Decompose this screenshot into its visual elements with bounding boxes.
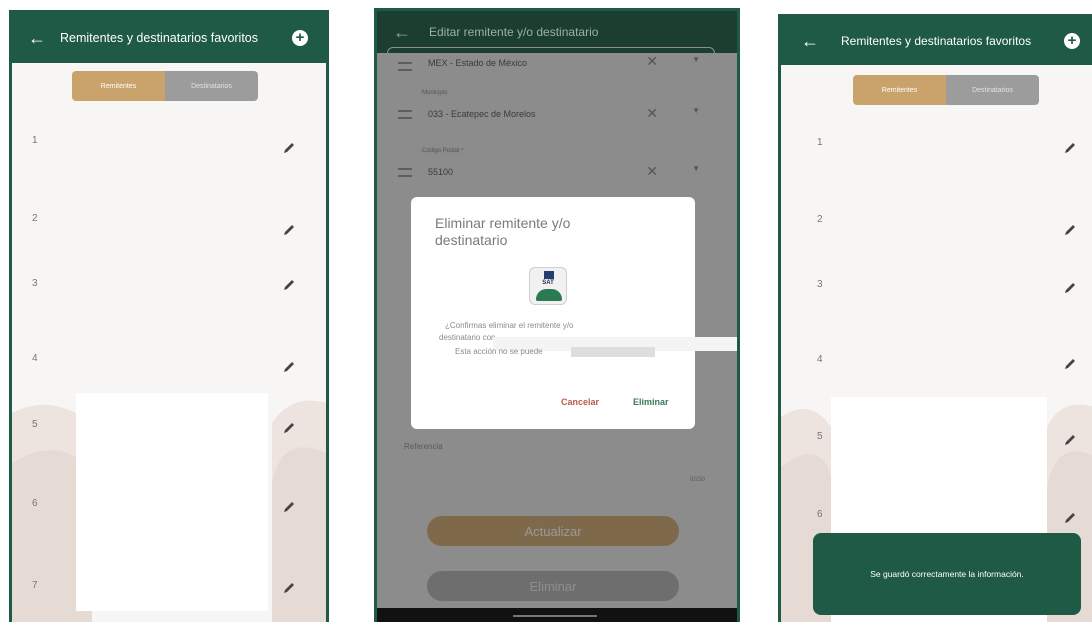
back-arrow-icon[interactable]: ← xyxy=(391,22,413,43)
edit-pencil-icon[interactable] xyxy=(1063,281,1077,295)
chevron-down-icon[interactable]: ▼ xyxy=(692,55,700,64)
favorites-list-card xyxy=(76,393,268,611)
tab-destinatarios[interactable]: Destinatarios xyxy=(946,75,1039,105)
edit-pencil-icon[interactable] xyxy=(1063,357,1077,371)
state-value: MEX - Estado de México xyxy=(428,58,528,68)
delete-confirmation-dialog: Eliminar remitente y/o destinatario SAT … xyxy=(411,197,733,429)
segmented-tabs: Remitentes Destinatarios xyxy=(72,71,258,101)
reference-label: Referencia xyxy=(404,442,443,451)
municipio-field[interactable]: Municipio 033 - Ecatepec de Morelos ✕ ▼ xyxy=(387,90,715,133)
edit-pencil-icon[interactable] xyxy=(282,581,296,595)
edit-pencil-icon[interactable] xyxy=(1063,223,1077,237)
add-circle-icon[interactable]: + xyxy=(1064,33,1080,49)
app-bar-title: Remitentes y destinatarios favoritos xyxy=(60,30,259,45)
edit-pencil-icon[interactable] xyxy=(1063,141,1077,155)
back-arrow-icon[interactable]: ← xyxy=(26,28,48,49)
character-counter: 0/250 xyxy=(689,477,705,483)
list-icon xyxy=(398,110,412,119)
clear-icon[interactable]: ✕ xyxy=(646,163,658,180)
row-number: 6 xyxy=(817,509,823,520)
row-number: 3 xyxy=(32,278,38,289)
row-number: 2 xyxy=(32,213,38,224)
list-icon xyxy=(398,168,412,177)
clear-icon[interactable]: ✕ xyxy=(646,105,658,122)
success-toast: Se guardó correctamente la información. xyxy=(813,533,1081,615)
chevron-down-icon[interactable]: ▼ xyxy=(692,164,700,173)
state-field[interactable]: MEX - Estado de México ✕ ▼ xyxy=(387,47,715,85)
phone-screen-edit: ← Editar remitente y/o destinatario MEX … xyxy=(374,8,740,622)
edit-pencil-icon[interactable] xyxy=(282,360,296,374)
edit-pencil-icon[interactable] xyxy=(1063,511,1077,525)
edit-pencil-icon[interactable] xyxy=(282,278,296,292)
postal-code-value: 55100 xyxy=(428,167,454,177)
chevron-down-icon[interactable]: ▼ xyxy=(692,106,700,115)
redaction-bar-overflow xyxy=(697,337,737,351)
toast-message: Se guardó correctamente la información. xyxy=(870,569,1024,579)
reference-field[interactable]: Referencia xyxy=(399,429,715,467)
row-number: 2 xyxy=(817,214,823,225)
edit-pencil-icon[interactable] xyxy=(282,500,296,514)
app-bar: ← Remitentes y destinatarios favoritos + xyxy=(781,17,1092,65)
sat-logo-leaf-icon xyxy=(536,289,562,301)
row-number: 5 xyxy=(32,419,38,430)
postal-code-field[interactable]: Código Postal * 55100 ✕ ▼ xyxy=(387,148,715,191)
confirm-delete-button[interactable]: Eliminar xyxy=(633,397,669,407)
tab-destinatarios[interactable]: Destinatarios xyxy=(165,71,258,101)
row-number: 1 xyxy=(817,137,823,148)
clear-icon[interactable]: ✕ xyxy=(646,53,658,70)
redaction-smudge xyxy=(571,347,655,357)
app-bar: ← Remitentes y destinatarios favoritos + xyxy=(12,13,326,63)
sat-logo: SAT xyxy=(529,267,567,305)
home-indicator xyxy=(513,615,597,617)
cancel-button[interactable]: Cancelar xyxy=(561,397,599,407)
edit-pencil-icon[interactable] xyxy=(282,421,296,435)
tab-remitentes[interactable]: Remitentes xyxy=(72,71,165,101)
back-arrow-icon[interactable]: ← xyxy=(799,31,821,52)
update-button[interactable]: Actualizar xyxy=(427,516,679,546)
phone-screen-favorites-saved: ← Remitentes y destinatarios favoritos +… xyxy=(778,14,1092,622)
row-number: 5 xyxy=(817,431,823,442)
delete-button[interactable]: Eliminar xyxy=(427,571,679,601)
app-bar-title: Remitentes y destinatarios favoritos xyxy=(841,33,1032,48)
edit-pencil-icon[interactable] xyxy=(282,141,296,155)
add-circle-icon[interactable]: + xyxy=(292,30,308,46)
row-number: 4 xyxy=(817,354,823,365)
field-label: Municipio xyxy=(420,90,450,96)
row-number: 6 xyxy=(32,498,38,509)
row-number: 4 xyxy=(32,353,38,364)
tab-remitentes[interactable]: Remitentes xyxy=(853,75,946,105)
dialog-title: Eliminar remitente y/o destinatario xyxy=(435,215,571,248)
phone-screen-favorites: ← Remitentes y destinatarios favoritos +… xyxy=(9,10,329,622)
edit-pencil-icon[interactable] xyxy=(282,223,296,237)
field-label: Código Postal * xyxy=(420,148,466,154)
sat-logo-text: SAT xyxy=(542,280,554,286)
dialog-message-line1: ¿Confirmas eliminar el remitente y/o xyxy=(445,321,574,330)
municipio-value: 033 - Ecatepec de Morelos xyxy=(428,109,536,119)
list-icon xyxy=(398,62,412,71)
edit-pencil-icon[interactable] xyxy=(1063,433,1077,447)
sat-logo-grid-icon xyxy=(544,271,554,279)
row-number: 1 xyxy=(32,135,38,146)
segmented-tabs: Remitentes Destinatarios xyxy=(853,75,1039,105)
dialog-message-line3: Esta acción no se puede xyxy=(455,347,543,356)
row-number: 7 xyxy=(32,580,38,591)
app-bar-title: Editar remitente y/o destinatario xyxy=(429,24,599,39)
dialog-message-line2: destinatario con xyxy=(439,333,496,342)
row-number: 3 xyxy=(817,279,823,290)
